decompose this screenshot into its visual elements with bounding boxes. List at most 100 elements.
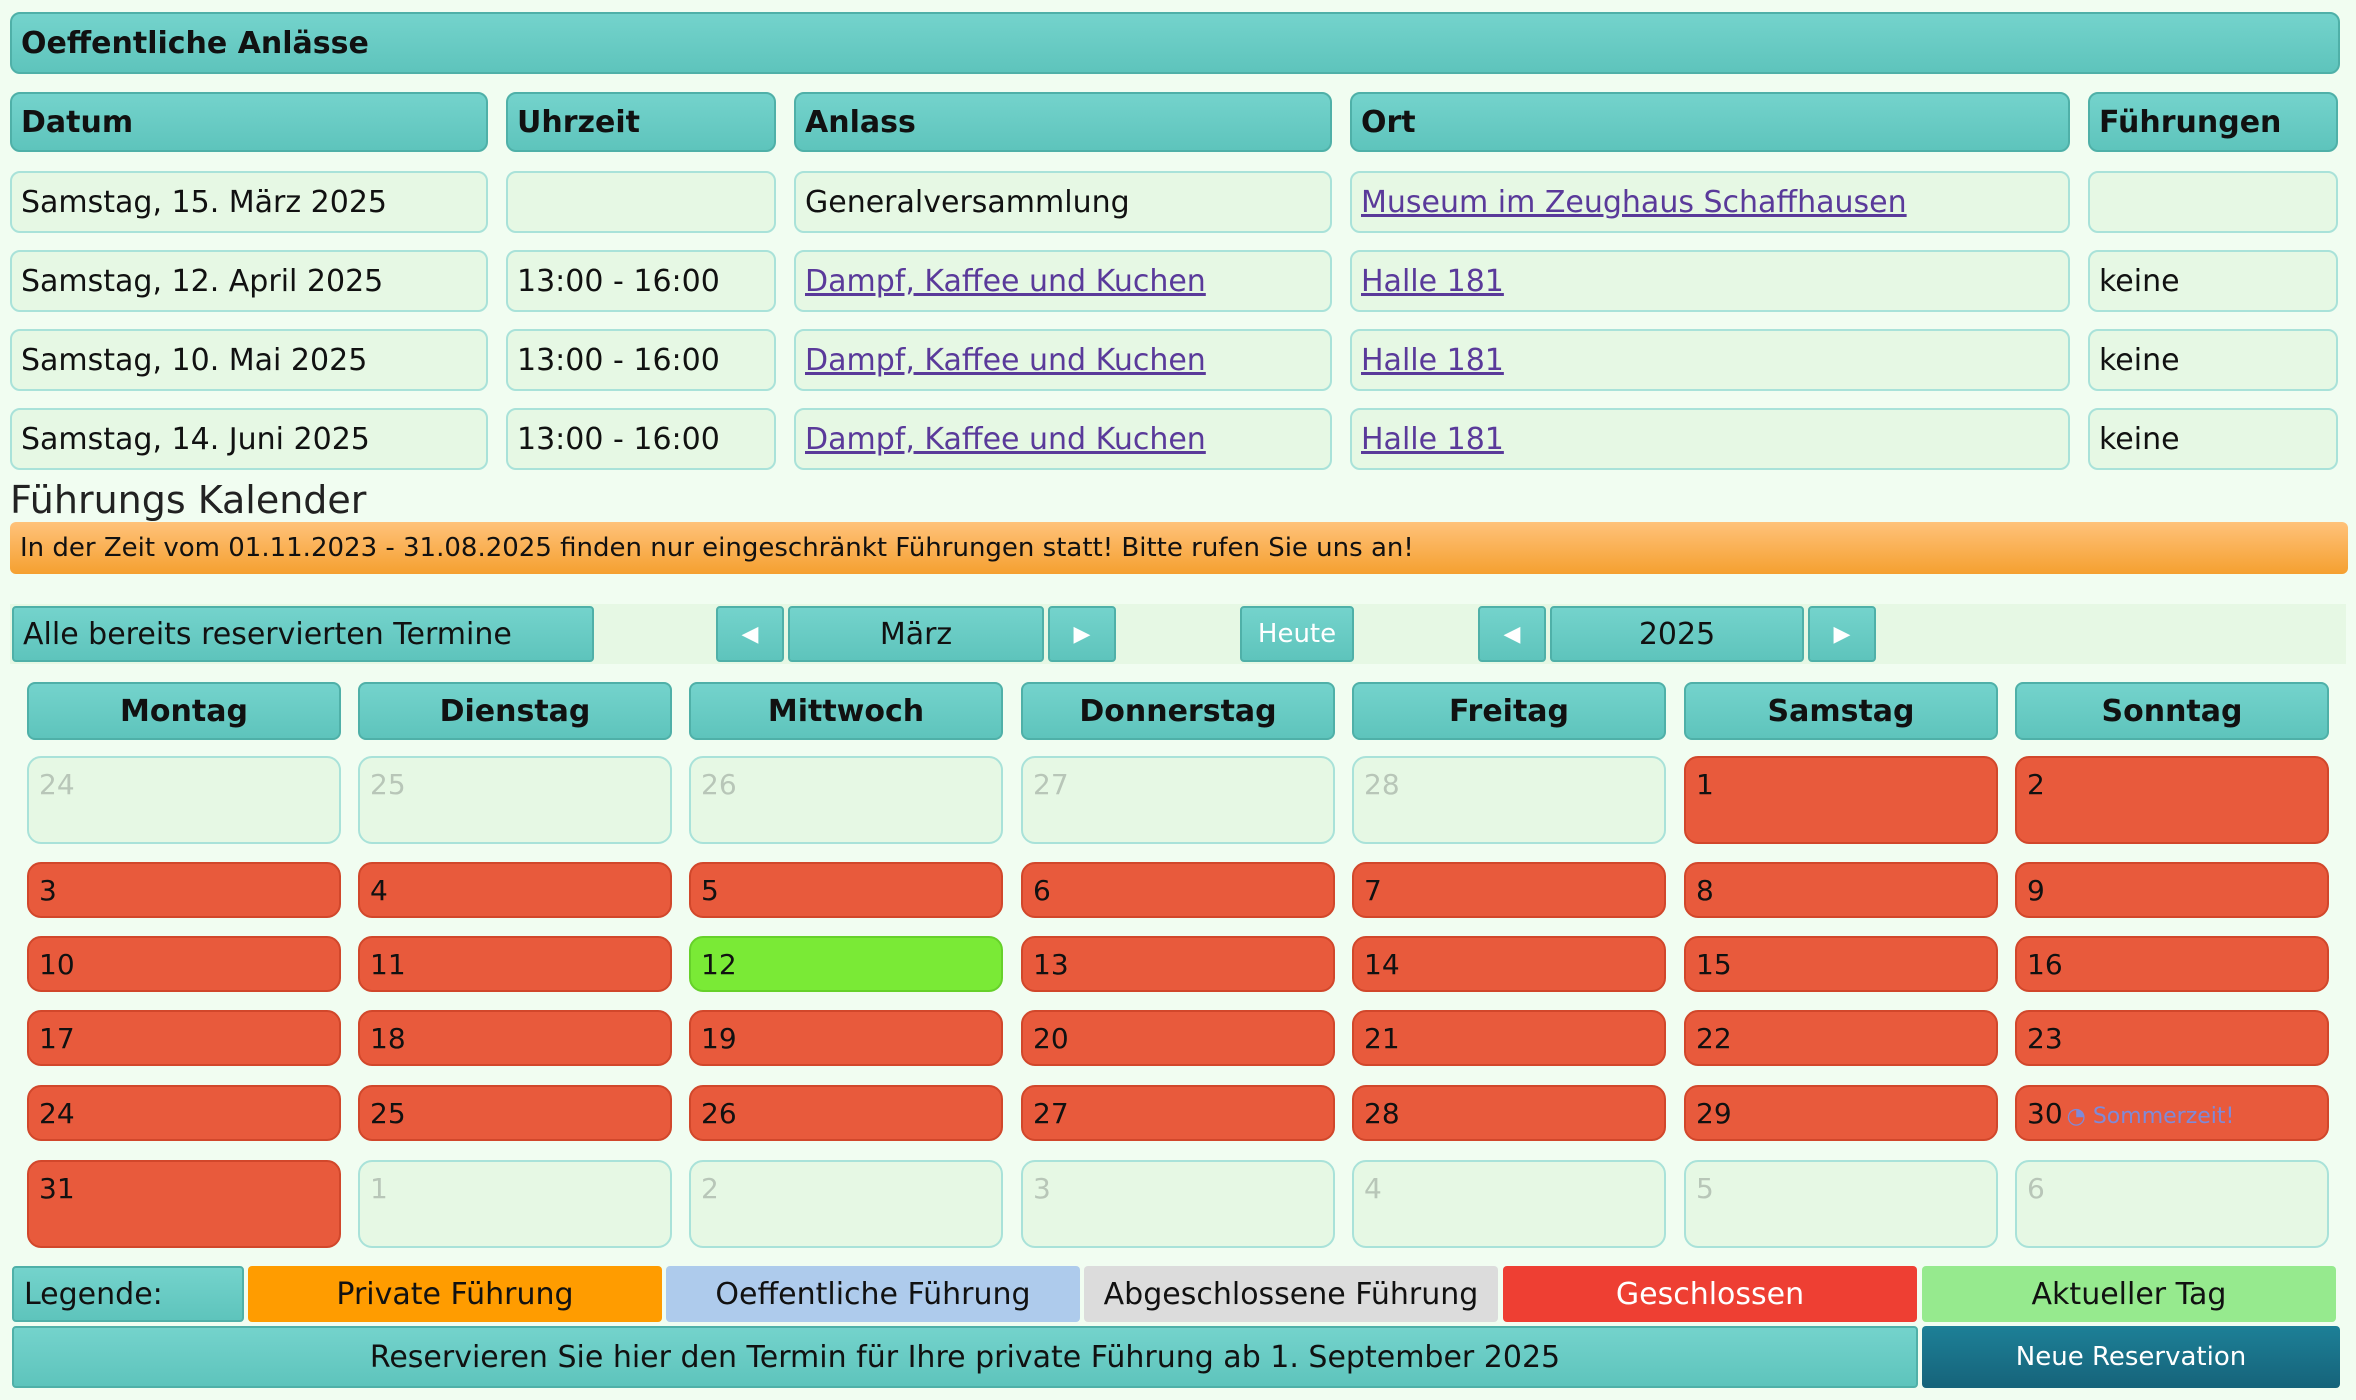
- day-number: 4: [1364, 1172, 1382, 1205]
- location-link[interactable]: Halle 181: [1361, 422, 1504, 457]
- day-number: 25: [370, 768, 406, 801]
- calendar-day[interactable]: 5: [689, 862, 1003, 918]
- legend-label: Legende:: [12, 1266, 244, 1322]
- day-number: 8: [1696, 874, 1714, 907]
- calendar-day[interactable]: 9: [2015, 862, 2329, 918]
- calendar-day[interactable]: 24: [27, 1085, 341, 1141]
- calendar-day-other-month: 26: [689, 756, 1003, 844]
- calendar-day[interactable]: 2: [2015, 756, 2329, 844]
- weekday-dienstag: Dienstag: [358, 682, 672, 740]
- next-month-button[interactable]: ▶: [1048, 606, 1116, 662]
- table-cell-uhrzeit: 13:00 - 16:00: [506, 250, 776, 312]
- day-number: 5: [701, 874, 719, 907]
- calendar-day[interactable]: 21: [1352, 1010, 1666, 1066]
- calendar-day[interactable]: 15: [1684, 936, 1998, 992]
- calendar-day[interactable]: 26: [689, 1085, 1003, 1141]
- calendar-day[interactable]: 14: [1352, 936, 1666, 992]
- table-cell-text: Generalversammlung: [805, 184, 1130, 220]
- table-cell-text: 13:00 - 16:00: [517, 342, 720, 378]
- calendar-day[interactable]: 13: [1021, 936, 1335, 992]
- calendar-day[interactable]: 1: [1684, 756, 1998, 844]
- table-cell-text: 13:00 - 16:00: [517, 421, 720, 457]
- prev-month-button[interactable]: ◀: [716, 606, 784, 662]
- weekday-montag: Montag: [27, 682, 341, 740]
- calendar-day[interactable]: 10: [27, 936, 341, 992]
- location-link[interactable]: Halle 181: [1361, 343, 1504, 378]
- day-number: 4: [370, 874, 388, 907]
- calendar-day[interactable]: 18: [358, 1010, 672, 1066]
- day-number: 1: [370, 1172, 388, 1205]
- reserved-dates-button[interactable]: Alle bereits reservierten Termine: [12, 606, 594, 662]
- calendar-day[interactable]: 6: [1021, 862, 1335, 918]
- table-cell-anlass: Dampf, Kaffee und Kuchen: [794, 329, 1332, 391]
- day-number: 31: [39, 1172, 75, 1205]
- calendar-day[interactable]: 7: [1352, 862, 1666, 918]
- day-number: 27: [1033, 768, 1069, 801]
- calendar-day[interactable]: 11: [358, 936, 672, 992]
- day-number: 20: [1033, 1022, 1069, 1055]
- day-number: 12: [701, 948, 737, 981]
- calendar-day[interactable]: 23: [2015, 1010, 2329, 1066]
- calendar-day[interactable]: 31: [27, 1160, 341, 1248]
- table-cell-datum: Samstag, 12. April 2025: [10, 250, 488, 312]
- calendar-day[interactable]: 28: [1352, 1085, 1666, 1141]
- calendar-day[interactable]: 27: [1021, 1085, 1335, 1141]
- arrow-left-icon: ◀: [741, 621, 759, 647]
- table-cell-datum: Samstag, 15. März 2025: [10, 171, 488, 233]
- table-cell-ort: Halle 181: [1350, 329, 2070, 391]
- legend-geschlossen: Geschlossen: [1503, 1266, 1917, 1322]
- day-number: 1: [1696, 768, 1714, 801]
- day-number: 16: [2027, 948, 2063, 981]
- day-number: 9: [2027, 874, 2045, 907]
- day-number: 6: [2027, 1172, 2045, 1205]
- calendar-day-other-month: 3: [1021, 1160, 1335, 1248]
- next-year-button[interactable]: ▶: [1808, 606, 1876, 662]
- table-cell-text: Samstag, 10. Mai 2025: [21, 342, 368, 378]
- day-number: 28: [1364, 768, 1400, 801]
- table-cell-text: Samstag, 15. März 2025: [21, 184, 388, 220]
- day-number: 30: [2027, 1097, 2063, 1130]
- calendar-day[interactable]: 4: [358, 862, 672, 918]
- table-cell-uhrzeit: [506, 171, 776, 233]
- calendar-day-other-month: 5: [1684, 1160, 1998, 1248]
- day-number: 11: [370, 948, 406, 981]
- event-link[interactable]: Dampf, Kaffee und Kuchen: [805, 264, 1206, 299]
- clock-icon: ◔: [2066, 1104, 2086, 1129]
- day-number: 28: [1364, 1097, 1400, 1130]
- table-cell-uhrzeit: 13:00 - 16:00: [506, 408, 776, 470]
- calendar-day-today[interactable]: 12: [689, 936, 1003, 992]
- table-header-datum: Datum: [10, 92, 488, 152]
- table-cell-anlass: Generalversammlung: [794, 171, 1332, 233]
- legend-abgeschlossene-fuehrung: Abgeschlossene Führung: [1084, 1266, 1498, 1322]
- new-reservation-button[interactable]: Neue Reservation: [1922, 1326, 2340, 1388]
- day-number: 3: [1033, 1172, 1051, 1205]
- today-button[interactable]: Heute: [1240, 606, 1354, 662]
- calendar-day[interactable]: 16: [2015, 936, 2329, 992]
- day-number: 25: [370, 1097, 406, 1130]
- calendar-day[interactable]: 3: [27, 862, 341, 918]
- location-link[interactable]: Halle 181: [1361, 264, 1504, 299]
- calendar-day[interactable]: 8: [1684, 862, 1998, 918]
- event-link[interactable]: Dampf, Kaffee und Kuchen: [805, 343, 1206, 378]
- calendar-day[interactable]: 22: [1684, 1010, 1998, 1066]
- table-cell-datum: Samstag, 14. Juni 2025: [10, 408, 488, 470]
- day-number: 19: [701, 1022, 737, 1055]
- calendar-day[interactable]: 29: [1684, 1085, 1998, 1141]
- calendar-day[interactable]: 17: [27, 1010, 341, 1066]
- month-label: März: [788, 606, 1044, 662]
- calendar-day[interactable]: 19: [689, 1010, 1003, 1066]
- prev-year-button[interactable]: ◀: [1478, 606, 1546, 662]
- calendar-day[interactable]: 30 ◔ Sommerzeit!: [2015, 1085, 2329, 1141]
- arrow-right-icon: ▶: [1073, 621, 1091, 647]
- table-header-fuehrungen: Führungen: [2088, 92, 2338, 152]
- calendar-title: Führungs Kalender: [10, 478, 367, 522]
- calendar-day[interactable]: 20: [1021, 1010, 1335, 1066]
- event-link[interactable]: Dampf, Kaffee und Kuchen: [805, 422, 1206, 457]
- day-number: 14: [1364, 948, 1400, 981]
- legend-aktueller-tag: Aktueller Tag: [1922, 1266, 2336, 1322]
- location-link[interactable]: Museum im Zeughaus Schaffhausen: [1361, 185, 1907, 220]
- arrow-left-icon: ◀: [1503, 621, 1521, 647]
- calendar-day[interactable]: 25: [358, 1085, 672, 1141]
- table-cell-anlass: Dampf, Kaffee und Kuchen: [794, 250, 1332, 312]
- table-cell-text: keine: [2099, 342, 2180, 378]
